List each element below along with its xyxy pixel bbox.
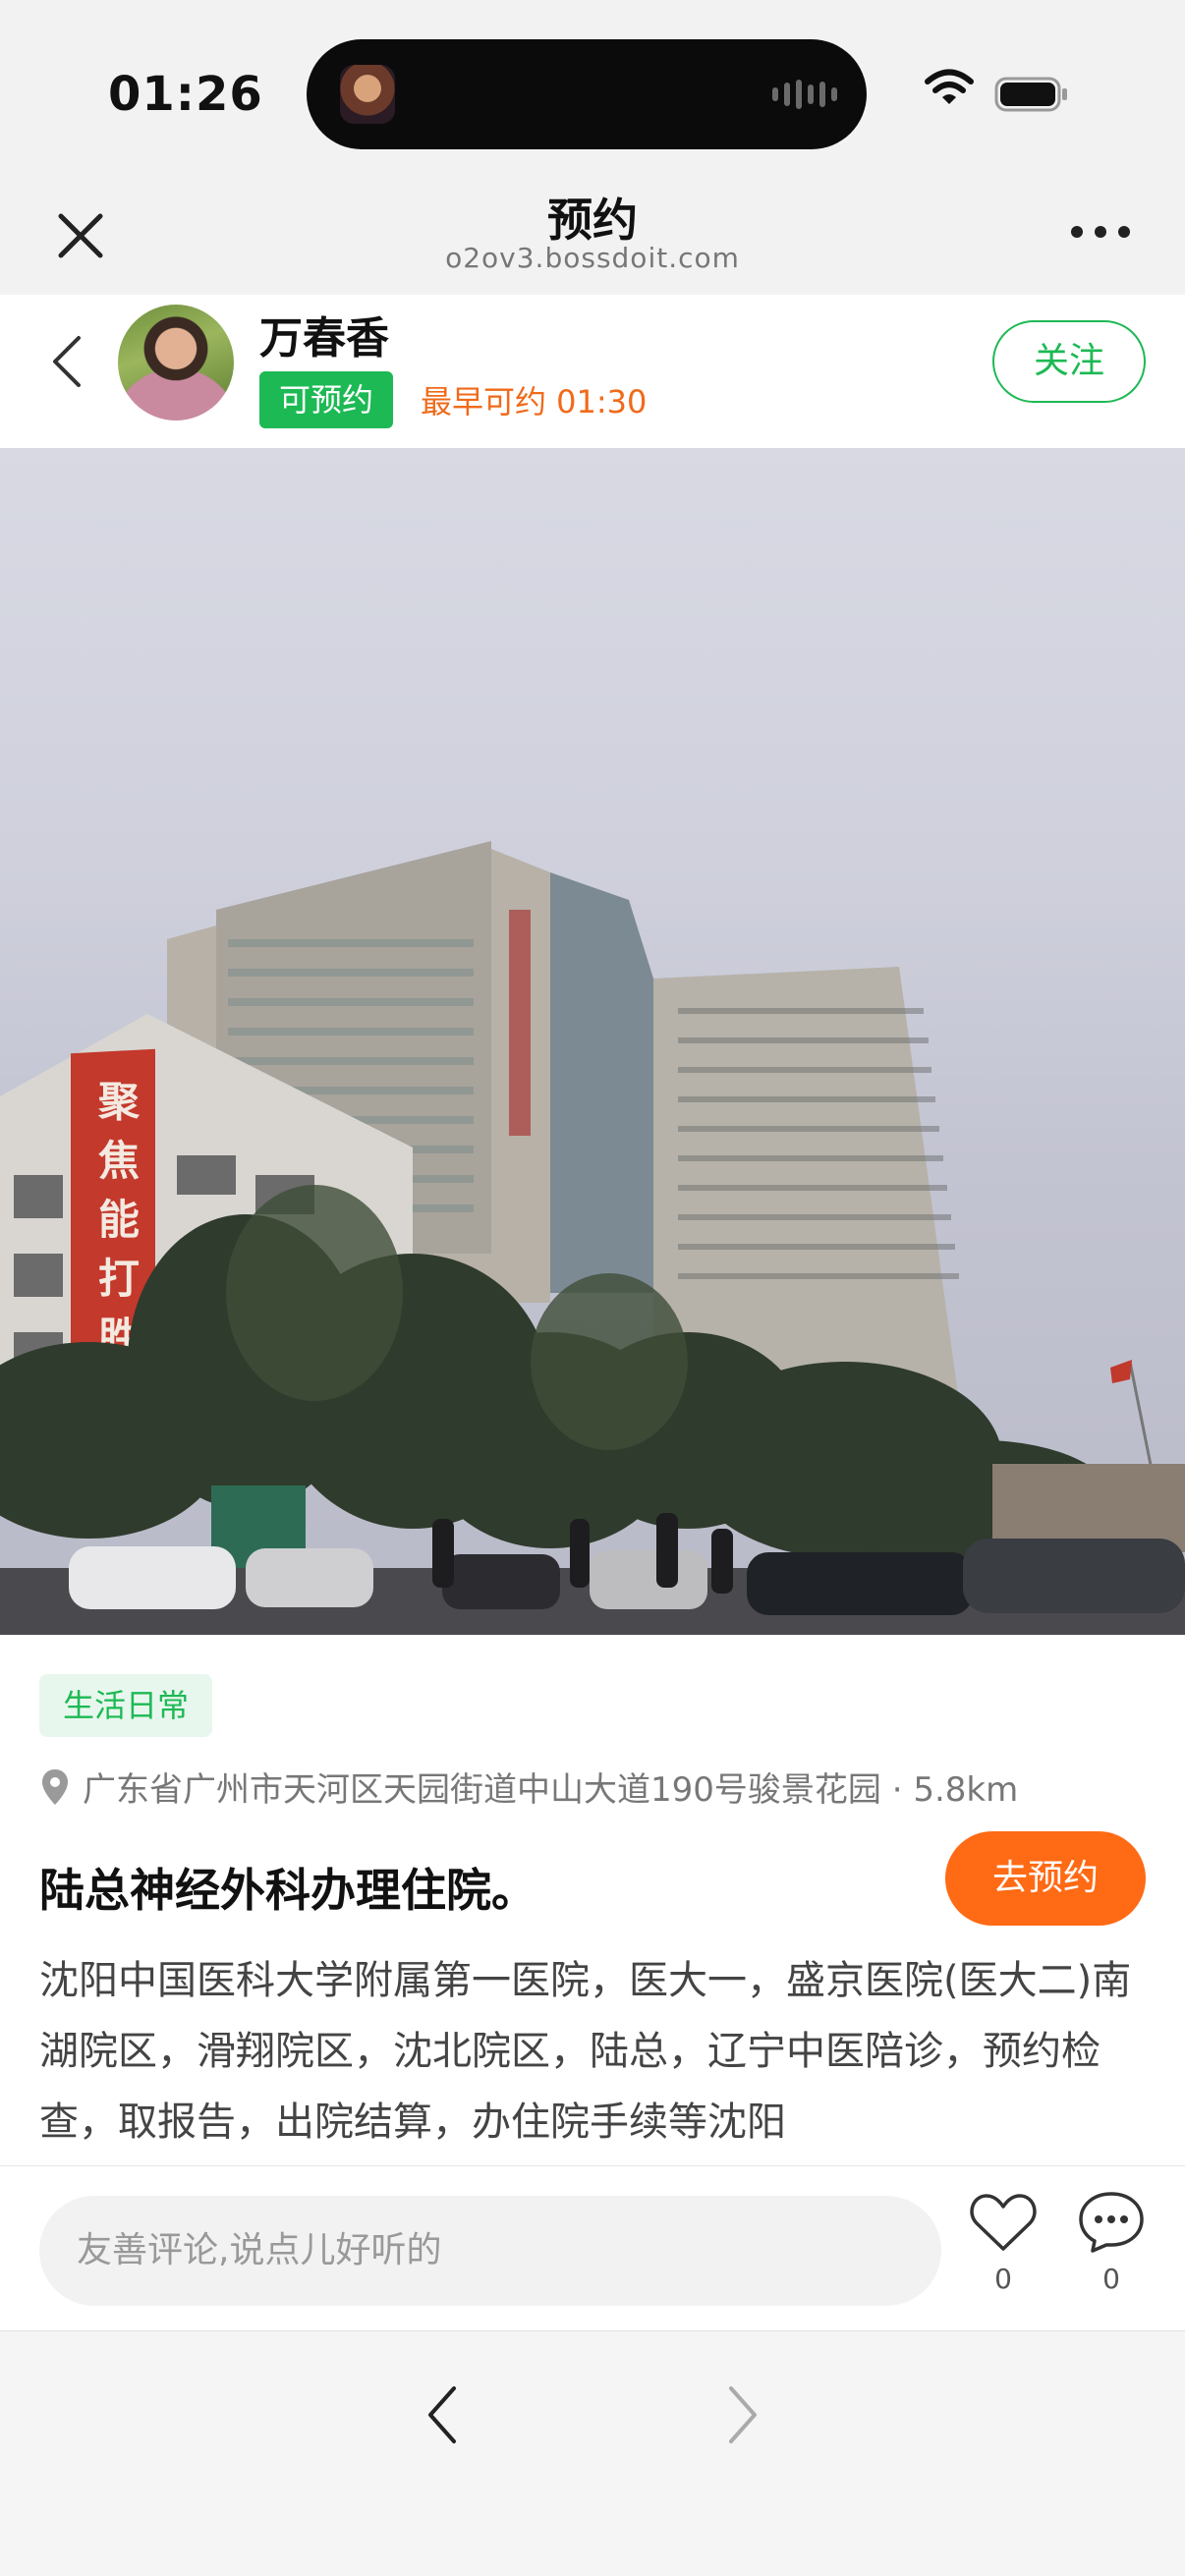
nav-forward-icon[interactable]	[723, 2380, 762, 2449]
audio-wave-icon	[772, 77, 837, 112]
provider-name[interactable]: 万春香	[259, 303, 389, 365]
status-badge: 可预约	[259, 371, 394, 428]
comment-bar: 友善评论,说点儿好听的 0 0	[0, 2165, 1185, 2330]
status-bar: 01:26	[0, 0, 1185, 177]
earliest-time: 最早可约 01:30	[421, 383, 648, 420]
now-playing-thumbnail	[340, 65, 395, 124]
follow-button[interactable]: 关注	[992, 320, 1146, 403]
category-tag[interactable]: 生活日常	[39, 1674, 213, 1737]
address-text: 广东省广州市天河区天园街道中山大道190号骏景花园 · 5.8km	[83, 1770, 1019, 1810]
comment-input[interactable]: 友善评论,说点儿好听的	[39, 2196, 941, 2306]
banner-char: 打	[98, 1255, 140, 1303]
wifi-icon	[925, 69, 974, 104]
provider-header: 万春香 可预约 最早可约 01:30 关注	[0, 295, 1185, 448]
more-icon[interactable]	[1071, 220, 1130, 244]
comment-bubble-icon[interactable]	[1077, 2190, 1146, 2255]
battery-icon	[994, 77, 1067, 112]
hospital-photo-illustration: 聚 焦 能 打 胜	[0, 841, 1185, 1635]
address-row[interactable]: 广东省广州市天河区天园街道中山大道190号骏景花园 · 5.8km	[39, 1763, 1018, 1811]
location-pin-icon	[42, 1768, 68, 1805]
heart-icon[interactable]	[969, 2192, 1038, 2253]
banner-char: 焦	[98, 1137, 140, 1185]
book-button[interactable]: 去预约	[945, 1831, 1146, 1926]
post-content: 生活日常 广东省广州市天河区天园街道中山大道190号骏景花园 · 5.8km 陆…	[0, 1635, 1185, 2165]
webview-titlebar: 预约 o2ov3.bossdoit.com	[0, 177, 1185, 295]
page-title: 预约	[547, 194, 638, 247]
nav-back-icon[interactable]	[423, 2380, 462, 2449]
back-chevron-icon[interactable]	[47, 332, 86, 391]
banner-char: 能	[98, 1196, 140, 1244]
status-time: 01:26	[108, 67, 263, 122]
post-description: 沈阳中国医科大学附属第一医院，医大一，盛京医院(医大二)南湖院区，滑翔院区，沈北…	[39, 1958, 1132, 2145]
avatar[interactable]	[118, 305, 234, 420]
comment-count: 0	[1102, 2263, 1120, 2295]
like-count: 0	[994, 2263, 1012, 2295]
banner-char: 聚	[97, 1078, 141, 1126]
post-title: 陆总神经外科办理住院。	[39, 1864, 536, 1917]
page-domain: o2ov3.bossdoit.com	[445, 242, 740, 274]
browser-nav-bar	[0, 2330, 1185, 2576]
post-photo[interactable]: 聚 焦 能 打 胜	[0, 448, 1185, 1635]
dynamic-island	[307, 39, 867, 149]
